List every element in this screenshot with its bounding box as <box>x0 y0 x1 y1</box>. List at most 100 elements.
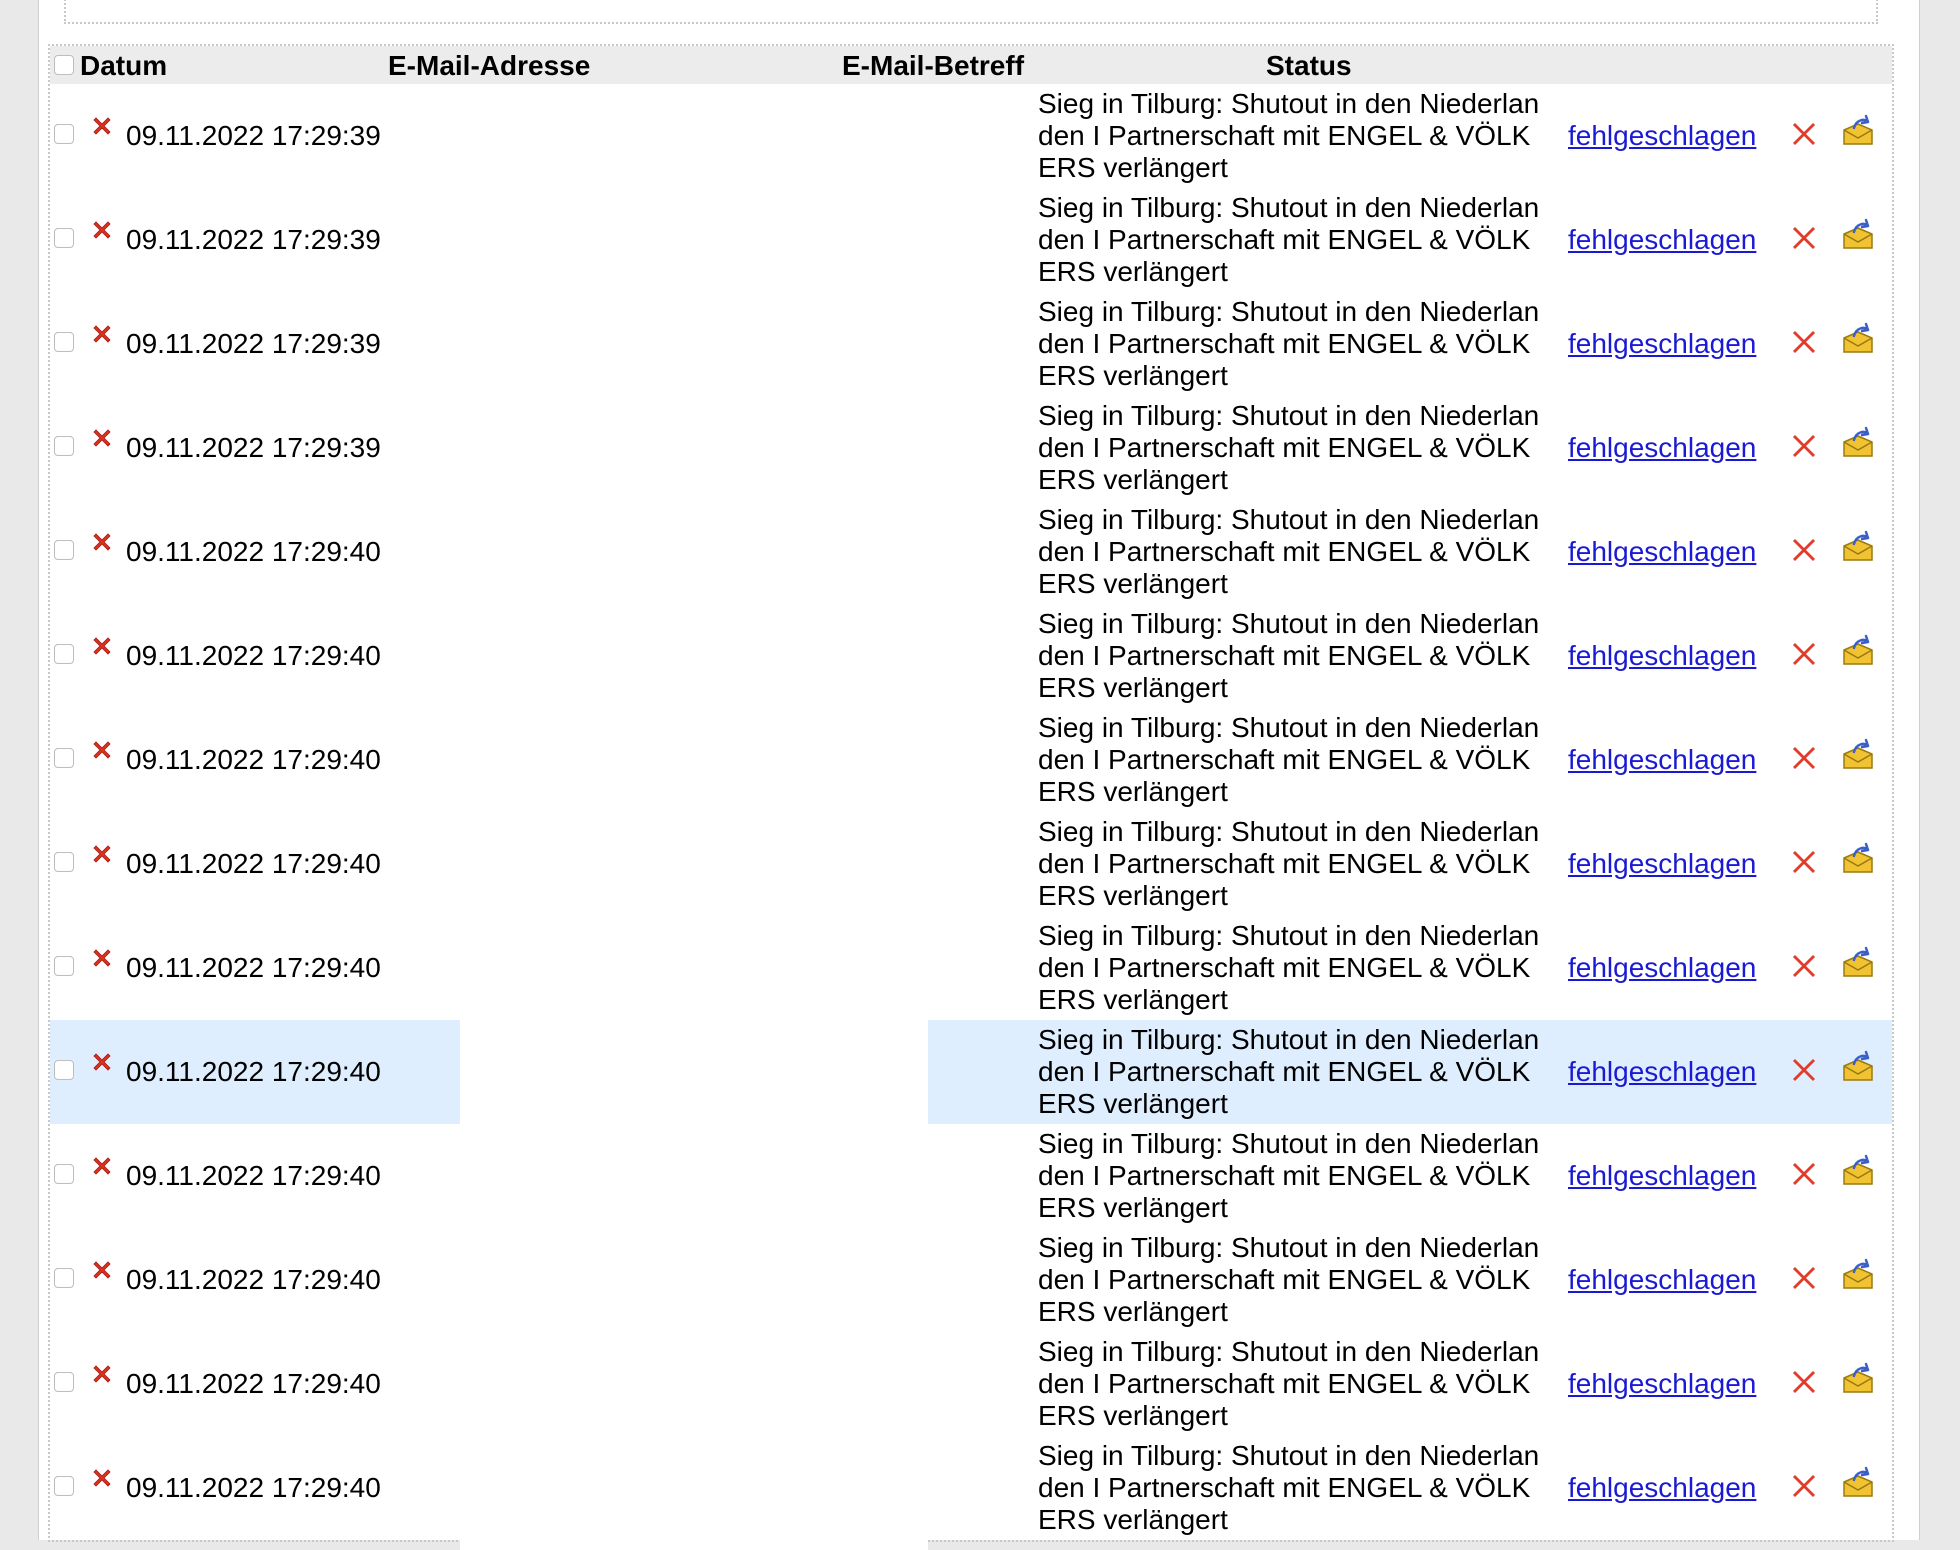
header-date[interactable]: Datum <box>80 50 167 82</box>
select-all-checkbox[interactable] <box>54 55 74 75</box>
row-checkbox[interactable] <box>54 540 74 560</box>
row-date: 09.11.2022 17:29:39 <box>126 120 381 151</box>
row-status-link[interactable]: fehlgeschlagen <box>1568 848 1756 880</box>
delete-icon[interactable] <box>1788 534 1820 566</box>
red-x-icon <box>90 1362 114 1386</box>
delete-icon[interactable] <box>1788 1470 1820 1502</box>
row-checkbox[interactable] <box>54 332 74 352</box>
row-checkbox[interactable] <box>54 1164 74 1184</box>
resend-mail-icon[interactable] <box>1840 1258 1876 1294</box>
row-status-link[interactable]: fehlgeschlagen <box>1568 224 1756 256</box>
row-checkbox[interactable] <box>54 748 74 768</box>
table-row[interactable]: 09.11.2022 17:29:39 Sieg in Tilburg: Shut… <box>50 188 1892 292</box>
table-row[interactable]: 09.11.2022 17:29:39 Sieg in Tilburg: Shut… <box>50 396 1892 500</box>
filter-panel <box>64 0 1878 24</box>
row-status-link[interactable]: fehlgeschlagen <box>1568 1160 1756 1192</box>
row-date: 09.11.2022 17:29:40 <box>126 536 381 567</box>
row-status-link[interactable]: fehlgeschlagen <box>1568 536 1756 568</box>
table-row[interactable]: 09.11.2022 17:29:40 Sieg in Tilburg: Shut… <box>50 500 1892 604</box>
resend-mail-icon[interactable] <box>1840 842 1876 878</box>
delete-icon[interactable] <box>1788 430 1820 462</box>
red-x-icon <box>90 530 114 554</box>
delete-icon[interactable] <box>1788 1262 1820 1294</box>
table-row[interactable]: 09.11.2022 17:29:40 Sieg in Tilburg: Shut… <box>50 708 1892 812</box>
row-subject: Sieg in Tilburg: Shutout in den Niederla… <box>1038 1336 1540 1431</box>
row-checkbox[interactable] <box>54 644 74 664</box>
resend-mail-icon[interactable] <box>1840 1362 1876 1398</box>
row-status-link[interactable]: fehlgeschlagen <box>1568 120 1756 152</box>
row-checkbox[interactable] <box>54 1476 74 1496</box>
row-date: 09.11.2022 17:29:39 <box>126 328 381 359</box>
delete-icon[interactable] <box>1788 1158 1820 1190</box>
resend-mail-icon[interactable] <box>1840 530 1876 566</box>
row-checkbox[interactable] <box>54 1372 74 1392</box>
delete-icon[interactable] <box>1788 846 1820 878</box>
table-row[interactable]: 09.11.2022 17:29:39 Sieg in Tilburg: Shut… <box>50 292 1892 396</box>
row-subject: Sieg in Tilburg: Shutout in den Niederla… <box>1038 504 1540 599</box>
row-date: 09.11.2022 17:29:40 <box>126 1472 381 1503</box>
row-status-link[interactable]: fehlgeschlagen <box>1568 744 1756 776</box>
resend-mail-icon[interactable] <box>1840 946 1876 982</box>
resend-mail-icon[interactable] <box>1840 1154 1876 1190</box>
table-row[interactable]: 09.11.2022 17:29:40 Sieg in Tilburg: Shut… <box>50 1228 1892 1332</box>
header-subject[interactable]: E-Mail-Betreff <box>842 50 1024 82</box>
resend-mail-icon[interactable] <box>1840 322 1876 358</box>
row-checkbox[interactable] <box>54 124 74 144</box>
red-x-icon <box>90 1466 114 1490</box>
table-row[interactable]: 09.11.2022 17:29:40 Sieg in Tilburg: Shut… <box>50 916 1892 1020</box>
row-status-link[interactable]: fehlgeschlagen <box>1568 952 1756 984</box>
delete-icon[interactable] <box>1788 118 1820 150</box>
row-status-link[interactable]: fehlgeschlagen <box>1568 1056 1756 1088</box>
row-checkbox[interactable] <box>54 436 74 456</box>
red-x-icon <box>90 1154 114 1178</box>
row-status-link[interactable]: fehlgeschlagen <box>1568 328 1756 360</box>
row-date: 09.11.2022 17:29:39 <box>126 224 381 255</box>
delete-icon[interactable] <box>1788 742 1820 774</box>
delete-icon[interactable] <box>1788 326 1820 358</box>
header-email[interactable]: E-Mail-Adresse <box>388 50 590 82</box>
table-header: Datum E-Mail-Adresse E-Mail-Betreff Stat… <box>50 46 1892 84</box>
resend-mail-icon[interactable] <box>1840 1466 1876 1502</box>
row-checkbox[interactable] <box>54 956 74 976</box>
resend-mail-icon[interactable] <box>1840 218 1876 254</box>
row-checkbox[interactable] <box>54 228 74 248</box>
row-checkbox[interactable] <box>54 852 74 872</box>
row-date: 09.11.2022 17:29:40 <box>126 848 381 879</box>
table-row[interactable]: 09.11.2022 17:29:40 Sieg in Tilburg: Shut… <box>50 604 1892 708</box>
table-row[interactable]: 09.11.2022 17:29:40 Sieg in Tilburg: Shut… <box>50 1124 1892 1228</box>
row-subject: Sieg in Tilburg: Shutout in den Niederla… <box>1038 608 1540 703</box>
resend-mail-icon[interactable] <box>1840 114 1876 150</box>
row-date: 09.11.2022 17:29:40 <box>126 1056 381 1087</box>
row-status-link[interactable]: fehlgeschlagen <box>1568 1472 1756 1504</box>
delete-icon[interactable] <box>1788 1054 1820 1086</box>
row-checkbox[interactable] <box>54 1060 74 1080</box>
row-status-link[interactable]: fehlgeschlagen <box>1568 432 1756 464</box>
red-x-icon <box>90 426 114 450</box>
resend-mail-icon[interactable] <box>1840 634 1876 670</box>
red-x-icon <box>90 946 114 970</box>
resend-mail-icon[interactable] <box>1840 426 1876 462</box>
delete-icon[interactable] <box>1788 1366 1820 1398</box>
header-status[interactable]: Status <box>1266 50 1352 82</box>
table-row[interactable]: 09.11.2022 17:29:40 Sieg in Tilburg: Shut… <box>50 1332 1892 1436</box>
red-x-icon <box>90 738 114 762</box>
delete-icon[interactable] <box>1788 950 1820 982</box>
row-date: 09.11.2022 17:29:40 <box>126 952 381 983</box>
resend-mail-icon[interactable] <box>1840 738 1876 774</box>
row-status-link[interactable]: fehlgeschlagen <box>1568 1368 1756 1400</box>
red-x-icon <box>90 842 114 866</box>
red-x-icon <box>90 634 114 658</box>
table-row[interactable]: 09.11.2022 17:29:40 Sieg in Tilburg: Shut… <box>50 1020 1892 1124</box>
row-subject: Sieg in Tilburg: Shutout in den Niederla… <box>1038 88 1540 183</box>
row-status-link[interactable]: fehlgeschlagen <box>1568 1264 1756 1296</box>
table-row[interactable]: 09.11.2022 17:29:39 Sieg in Tilburg: Shut… <box>50 84 1892 188</box>
resend-mail-icon[interactable] <box>1840 1050 1876 1086</box>
row-checkbox[interactable] <box>54 1268 74 1288</box>
row-status-link[interactable]: fehlgeschlagen <box>1568 640 1756 672</box>
row-subject: Sieg in Tilburg: Shutout in den Niederla… <box>1038 1440 1540 1535</box>
row-subject: Sieg in Tilburg: Shutout in den Niederla… <box>1038 920 1540 1015</box>
delete-icon[interactable] <box>1788 638 1820 670</box>
delete-icon[interactable] <box>1788 222 1820 254</box>
table-row[interactable]: 09.11.2022 17:29:40 Sieg in Tilburg: Shut… <box>50 1436 1892 1540</box>
table-row[interactable]: 09.11.2022 17:29:40 Sieg in Tilburg: Shut… <box>50 812 1892 916</box>
